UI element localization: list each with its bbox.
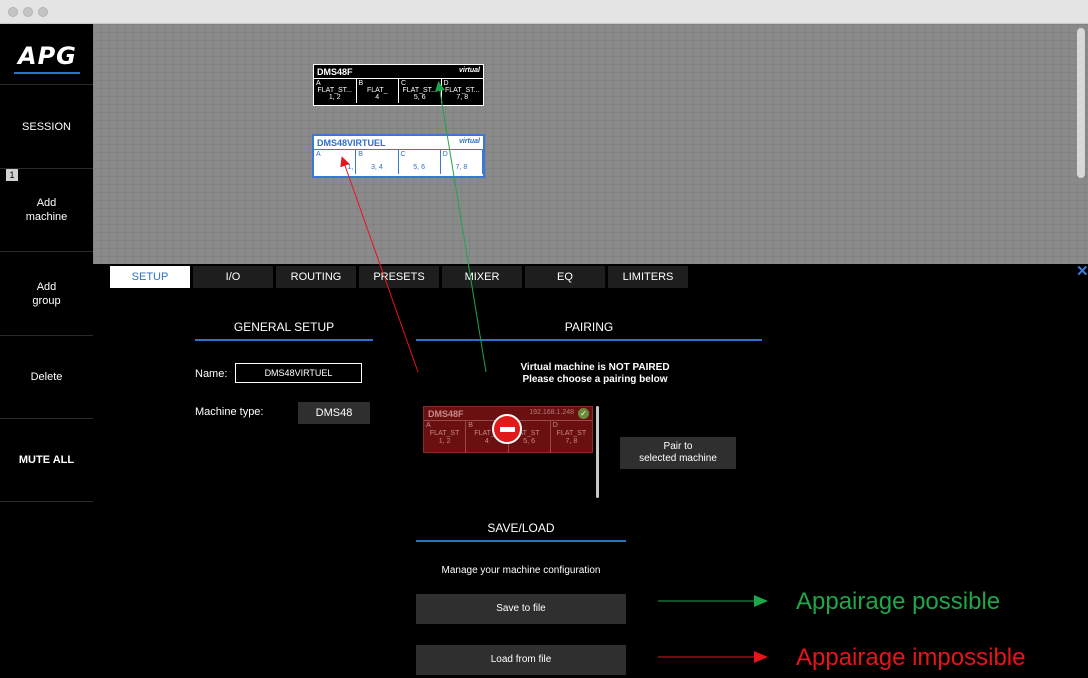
no-entry-icon — [492, 414, 522, 444]
pairing-status-message: Virtual machine is NOT PAIRED Please cho… — [460, 362, 730, 386]
annotation-pairing-possible: Appairage possible — [796, 588, 1001, 615]
minimize-window-icon[interactable] — [23, 7, 33, 17]
zoom-window-icon[interactable] — [38, 7, 48, 17]
channel-letter: A — [316, 80, 321, 87]
channel-preset: FLAT_ST... — [317, 87, 353, 94]
sidebar-item-mute-all[interactable]: MUTE ALL — [0, 418, 93, 502]
channel-cell[interactable]: A 1, — [314, 150, 357, 174]
channel-outputs: 5, 6 — [413, 164, 425, 171]
sidebar: APG SESSION Add machine Add group Delete… — [0, 24, 93, 678]
channel-letter: D — [552, 422, 558, 429]
machine-type-label: Machine type: — [195, 406, 264, 418]
red-legend-arrowhead — [754, 651, 768, 663]
machine-tag: virtual — [458, 138, 480, 145]
window-titlebar — [0, 0, 1088, 24]
sidebar-item-delete[interactable]: Delete — [0, 335, 93, 418]
machine-name: DMS48F — [317, 67, 353, 77]
channel-preset: FLAT_ST — [556, 430, 587, 437]
pair-to-selected-machine-button[interactable]: Pair to selected machine — [620, 437, 736, 469]
save-load-title: SAVE/LOAD — [487, 521, 555, 535]
machine-tag: virtual — [458, 67, 480, 74]
sidebar-item-label: MUTE ALL — [18, 454, 75, 466]
channel-outputs: 1, — [347, 164, 354, 171]
channel-cell[interactable]: C FLAT_ST... 5, 6 — [399, 79, 442, 103]
channel-outputs: 4 — [375, 94, 380, 101]
pairing-status-line: Virtual machine is NOT PAIRED — [520, 362, 670, 373]
logo-underline — [14, 72, 80, 74]
pairing-underline — [416, 339, 762, 341]
annotation-pairing-impossible: Appairage impossible — [796, 644, 1026, 671]
apg-logo: APG — [18, 42, 77, 70]
machine-name: DMS48VIRTUEL — [317, 138, 386, 148]
tab-setup[interactable]: SETUP — [110, 266, 190, 288]
pairing-title: PAIRING — [564, 320, 614, 334]
sidebar-item-session[interactable]: SESSION — [0, 84, 93, 168]
channel-letter: C — [400, 151, 406, 158]
tab-limiters[interactable]: LIMITERS — [608, 266, 688, 288]
channel-letter: D — [443, 80, 449, 87]
sidebar-item-label: SESSION — [22, 120, 71, 133]
channel-letter: B — [358, 80, 364, 87]
tab-mixer[interactable]: MIXER — [442, 266, 522, 288]
channel-preset: FLAT_ST — [429, 430, 460, 437]
machine-name-field[interactable]: DMS48VIRTUEL — [235, 363, 362, 383]
pairing-instruction-line: Please choose a pairing below — [522, 374, 668, 385]
canvas-scrollbar[interactable] — [1077, 28, 1085, 178]
channel-preset: FLAT_ST... — [402, 87, 438, 94]
load-from-file-button[interactable]: Load from file — [416, 645, 626, 675]
close-window-icon[interactable] — [8, 7, 18, 17]
channel-outputs: 1, 2 — [328, 94, 341, 101]
channel-outputs: 7, 8 — [455, 164, 468, 171]
candidate-ip: 192.168.1.248 — [529, 409, 574, 416]
channel-preset: FLAT_ — [367, 87, 388, 94]
save-load-description: Manage your machine configuration — [441, 565, 601, 576]
machine-block-dms48f[interactable]: DMS48F virtual A FLAT_ST... 1, 2 B FLAT_… — [313, 64, 484, 106]
channel-outputs: 7, 8 — [565, 438, 578, 445]
candidate-name: DMS48F — [428, 409, 464, 419]
channel-letter: D — [442, 151, 448, 158]
sidebar-item-label: Add group — [32, 280, 61, 307]
candidate-channel-cell: A FLAT_ST 1, 2 — [424, 421, 467, 453]
channel-cell[interactable]: A FLAT_ST... 1, 2 — [314, 79, 357, 103]
channel-letter: C — [401, 80, 407, 87]
channel-outputs: 7, 8 — [456, 94, 469, 101]
channel-letter: A — [316, 151, 321, 158]
machine-count-badge: 1 — [6, 169, 18, 181]
channel-cell[interactable]: C 5, 6 — [399, 150, 441, 174]
name-label: Name: — [195, 368, 228, 380]
machine-block-dms48virtuel[interactable]: DMS48VIRTUEL virtual A 1, B 3, 4 C 5, 6 … — [312, 134, 485, 178]
sidebar-item-label: Add machine — [25, 197, 68, 223]
general-setup-underline — [195, 339, 373, 341]
machine-type-value[interactable]: DMS48 — [298, 402, 370, 424]
channel-letter: A — [426, 422, 431, 429]
sidebar-item-add-group[interactable]: Add group — [0, 251, 93, 335]
candidate-channel-cell: D FLAT_ST 7, 8 — [551, 421, 592, 453]
channel-outputs: 3, 4 — [371, 164, 383, 171]
channel-preset: FLAT_ST... — [445, 87, 480, 94]
channel-letter: B — [358, 151, 363, 158]
green-legend-arrowhead — [754, 595, 768, 607]
machine-canvas[interactable] — [93, 24, 1088, 264]
tab-io[interactable]: I/O — [193, 266, 273, 288]
channel-cell[interactable]: D 7, 8 — [441, 150, 483, 174]
save-to-file-button[interactable]: Save to file — [416, 594, 626, 624]
tab-presets[interactable]: PRESETS — [359, 266, 439, 288]
channel-cell[interactable]: D FLAT_ST... 7, 8 — [442, 79, 484, 103]
channel-cell[interactable]: B 3, 4 — [356, 150, 399, 174]
general-setup-title: GENERAL SETUP — [233, 320, 335, 334]
channel-outputs: 5, 6 — [413, 94, 426, 101]
close-panel-icon[interactable]: ✕ — [1076, 262, 1088, 280]
channel-cell[interactable]: B FLAT_ 4 — [357, 79, 399, 103]
save-load-underline — [416, 540, 626, 542]
pairing-list-scrollbar[interactable] — [596, 406, 599, 498]
tab-eq[interactable]: EQ — [525, 266, 605, 288]
checkmark-icon: ✓ — [578, 408, 589, 419]
sidebar-item-label: Delete — [30, 371, 63, 383]
channel-outputs: 1, 2 — [438, 438, 451, 445]
tab-routing[interactable]: ROUTING — [276, 266, 356, 288]
